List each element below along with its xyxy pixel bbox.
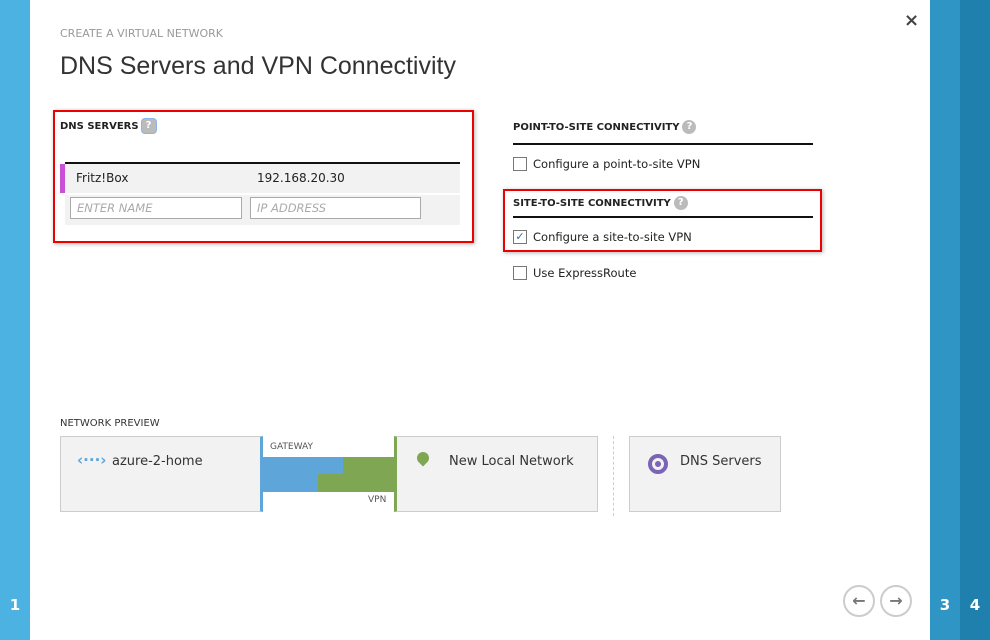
dns-icon [648,454,668,474]
divider [513,143,813,145]
p2s-option-label[interactable]: Configure a point-to-site VPN [533,157,700,171]
vpn-bar-top [343,457,396,474]
help-icon[interactable]: ? [141,119,156,133]
s2s-option-label[interactable]: Configure a site-to-site VPN [533,230,692,244]
dns-ip-input[interactable]: IP ADDRESS [250,197,421,219]
next-button[interactable]: → [880,585,912,617]
vpn-bar [318,474,396,492]
wizard-step-4[interactable]: 4 [960,0,990,640]
help-icon[interactable]: ? [682,120,697,134]
s2s-checkbox[interactable]: ✓ [513,230,527,244]
s2s-label: SITE-TO-SITE CONNECTIVITY [513,198,671,209]
dns-name-input[interactable]: ENTER NAME [70,197,242,219]
expressroute-checkbox[interactable] [513,266,527,280]
vnet-icon: ‹···› [77,451,107,469]
divider [513,216,813,218]
page-title: DNS Servers and VPN Connectivity [60,52,456,80]
vnet-name: azure-2-home [112,454,203,469]
step-number: 1 [9,596,21,614]
close-icon[interactable]: × [904,10,919,31]
back-button[interactable]: ← [843,585,875,617]
help-icon[interactable]: ? [673,196,688,210]
divider [613,436,614,516]
dns-servers-header: DNS SERVERS? [60,119,156,133]
step-number: 4 [969,596,981,614]
p2s-header: POINT-TO-SITE CONNECTIVITY? [513,120,697,134]
dns-tile-label: DNS Servers [680,454,762,469]
vpn-label: VPN [368,495,387,505]
p2s-checkbox[interactable] [513,157,527,171]
dns-label: DNS SERVERS [60,121,139,132]
wizard-step-3[interactable]: 3 [930,0,960,640]
wizard-step-1[interactable]: 1 [0,0,30,640]
location-pin-icon [414,449,432,467]
local-network-name: New Local Network [449,454,574,469]
dns-row[interactable]: Fritz!Box 192.168.20.30 [60,164,460,193]
s2s-header: SITE-TO-SITE CONNECTIVITY? [513,196,688,210]
expressroute-label[interactable]: Use ExpressRoute [533,266,636,280]
dns-ip: 192.168.20.30 [257,171,345,185]
p2s-label: POINT-TO-SITE CONNECTIVITY [513,122,680,133]
dns-servers-tile: DNS Servers [629,436,781,512]
dns-name: Fritz!Box [76,171,129,185]
step-number: 3 [939,596,951,614]
network-preview-label: NETWORK PREVIEW [60,418,160,429]
local-network-tile: New Local Network [394,436,598,512]
vnet-tile: ‹···› azure-2-home [60,436,263,512]
gateway-label: GATEWAY [270,442,313,452]
wizard-subtitle: CREATE A VIRTUAL NETWORK [60,27,223,40]
